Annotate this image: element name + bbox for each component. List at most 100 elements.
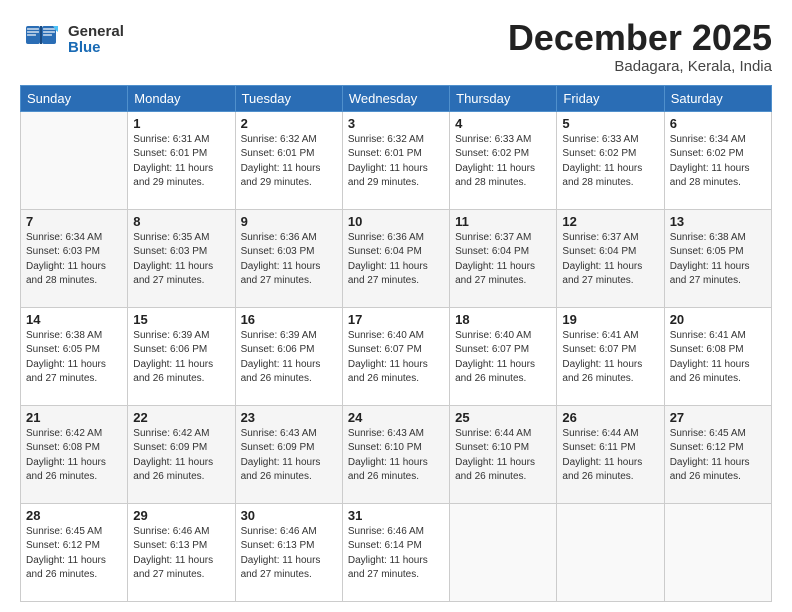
- col-sunday: Sunday: [21, 85, 128, 111]
- location: Badagara, Kerala, India: [508, 58, 772, 75]
- table-row: 9Sunrise: 6:36 AM Sunset: 6:03 PM Daylig…: [235, 209, 342, 307]
- day-number: 23: [241, 410, 337, 425]
- day-info: Sunrise: 6:44 AM Sunset: 6:11 PM Dayligh…: [562, 427, 658, 485]
- logo: General Blue: [20, 18, 124, 62]
- day-number: 5: [562, 116, 658, 131]
- calendar-week-row: 21Sunrise: 6:42 AM Sunset: 6:08 PM Dayli…: [21, 405, 772, 503]
- page: General Blue December 2025 Badagara, Ker…: [0, 0, 792, 612]
- day-info: Sunrise: 6:42 AM Sunset: 6:08 PM Dayligh…: [26, 427, 122, 485]
- day-info: Sunrise: 6:45 AM Sunset: 6:12 PM Dayligh…: [670, 427, 766, 485]
- title-block: December 2025 Badagara, Kerala, India: [508, 18, 772, 75]
- day-info: Sunrise: 6:39 AM Sunset: 6:06 PM Dayligh…: [241, 329, 337, 387]
- calendar-table: Sunday Monday Tuesday Wednesday Thursday…: [20, 85, 772, 602]
- table-row: 15 Sunrise: 6:39 AM Sunset: 6:06 PM Dayli…: [128, 307, 235, 405]
- table-row: 7 Sunrise: 6:34 AM Sunset: 6:03 PM Daylig…: [21, 209, 128, 307]
- table-row: 1 Sunrise: 6:31 AM Sunset: 6:01 PM Daylig…: [128, 111, 235, 209]
- day-number: 15: [133, 312, 229, 327]
- day-info: Sunrise: 6:34 AM Sunset: 6:02 PM Dayligh…: [670, 133, 766, 191]
- table-row: 4 Sunrise: 6:33 AM Sunset: 6:02 PM Daylig…: [450, 111, 557, 209]
- table-row: 6 Sunrise: 6:34 AM Sunset: 6:02 PM Daylig…: [664, 111, 771, 209]
- table-row: 21Sunrise: 6:42 AM Sunset: 6:08 PM Dayli…: [21, 405, 128, 503]
- day-number: 22: [133, 410, 229, 425]
- day-number: 11: [455, 214, 551, 229]
- logo-blue-text: Blue: [68, 40, 124, 57]
- calendar-header-row: Sunday Monday Tuesday Wednesday Thursday…: [21, 85, 772, 111]
- day-info: Sunrise: 6:43 AM Sunset: 6:10 PM Dayligh…: [348, 427, 444, 485]
- day-info: Sunrise: 6:31 AM Sunset: 6:01 PM Dayligh…: [133, 133, 229, 191]
- table-row: 18Sunrise: 6:40 AM Sunset: 6:07 PM Dayli…: [450, 307, 557, 405]
- day-info: Sunrise: 6:34 AM Sunset: 6:03 PM Dayligh…: [26, 231, 122, 289]
- table-row: 23 Sunrise: 6:43 AM Sunset: 6:09 PM Dayli…: [235, 405, 342, 503]
- day-info: Sunrise: 6:32 AM Sunset: 6:01 PM Dayligh…: [348, 133, 444, 191]
- col-monday: Monday: [128, 85, 235, 111]
- table-row: [21, 111, 128, 209]
- day-info: Sunrise: 6:38 AM Sunset: 6:05 PM Dayligh…: [670, 231, 766, 289]
- day-number: 16: [241, 312, 337, 327]
- calendar-week-row: 7 Sunrise: 6:34 AM Sunset: 6:03 PM Daylig…: [21, 209, 772, 307]
- table-row: 19 Sunrise: 6:41 AM Sunset: 6:07 PM Dayli…: [557, 307, 664, 405]
- table-row: 13Sunrise: 6:38 AM Sunset: 6:05 PM Dayli…: [664, 209, 771, 307]
- day-info: Sunrise: 6:38 AM Sunset: 6:05 PM Dayligh…: [26, 329, 122, 387]
- day-info: Sunrise: 6:43 AM Sunset: 6:09 PM Dayligh…: [241, 427, 337, 485]
- table-row: 10 Sunrise: 6:36 AM Sunset: 6:04 PM Dayli…: [342, 209, 449, 307]
- col-tuesday: Tuesday: [235, 85, 342, 111]
- table-row: [557, 503, 664, 601]
- day-info: Sunrise: 6:39 AM Sunset: 6:06 PM Dayligh…: [133, 329, 229, 387]
- day-number: 25: [455, 410, 551, 425]
- day-info: Sunrise: 6:46 AM Sunset: 6:13 PM Dayligh…: [241, 525, 337, 583]
- table-row: 27 Sunrise: 6:45 AM Sunset: 6:12 PM Dayli…: [664, 405, 771, 503]
- day-number: 1: [133, 116, 229, 131]
- day-number: 19: [562, 312, 658, 327]
- logo-text: General Blue: [68, 24, 124, 57]
- header: General Blue December 2025 Badagara, Ker…: [20, 18, 772, 75]
- day-number: 12: [562, 214, 658, 229]
- day-info: Sunrise: 6:40 AM Sunset: 6:07 PM Dayligh…: [348, 329, 444, 387]
- table-row: 29 Sunrise: 6:46 AM Sunset: 6:13 PM Dayli…: [128, 503, 235, 601]
- logo-general-text: General: [68, 24, 124, 41]
- table-row: 14 Sunrise: 6:38 AM Sunset: 6:05 PM Dayli…: [21, 307, 128, 405]
- day-info: Sunrise: 6:33 AM Sunset: 6:02 PM Dayligh…: [562, 133, 658, 191]
- month-title: December 2025: [508, 18, 772, 58]
- table-row: 30Sunrise: 6:46 AM Sunset: 6:13 PM Dayli…: [235, 503, 342, 601]
- calendar-week-row: 1 Sunrise: 6:31 AM Sunset: 6:01 PM Daylig…: [21, 111, 772, 209]
- table-row: [664, 503, 771, 601]
- day-number: 2: [241, 116, 337, 131]
- col-thursday: Thursday: [450, 85, 557, 111]
- day-number: 29: [133, 508, 229, 523]
- day-info: Sunrise: 6:36 AM Sunset: 6:04 PM Dayligh…: [348, 231, 444, 289]
- day-number: 4: [455, 116, 551, 131]
- table-row: 5 Sunrise: 6:33 AM Sunset: 6:02 PM Daylig…: [557, 111, 664, 209]
- table-row: 12 Sunrise: 6:37 AM Sunset: 6:04 PM Dayli…: [557, 209, 664, 307]
- table-row: 31Sunrise: 6:46 AM Sunset: 6:14 PM Dayli…: [342, 503, 449, 601]
- day-number: 8: [133, 214, 229, 229]
- table-row: 22Sunrise: 6:42 AM Sunset: 6:09 PM Dayli…: [128, 405, 235, 503]
- day-number: 10: [348, 214, 444, 229]
- day-number: 31: [348, 508, 444, 523]
- day-info: Sunrise: 6:46 AM Sunset: 6:13 PM Dayligh…: [133, 525, 229, 583]
- table-row: 3Sunrise: 6:32 AM Sunset: 6:01 PM Daylig…: [342, 111, 449, 209]
- day-info: Sunrise: 6:40 AM Sunset: 6:07 PM Dayligh…: [455, 329, 551, 387]
- day-number: 27: [670, 410, 766, 425]
- table-row: 8 Sunrise: 6:35 AM Sunset: 6:03 PM Daylig…: [128, 209, 235, 307]
- day-info: Sunrise: 6:35 AM Sunset: 6:03 PM Dayligh…: [133, 231, 229, 289]
- day-info: Sunrise: 6:45 AM Sunset: 6:12 PM Dayligh…: [26, 525, 122, 583]
- day-number: 6: [670, 116, 766, 131]
- day-info: Sunrise: 6:37 AM Sunset: 6:04 PM Dayligh…: [562, 231, 658, 289]
- table-row: 2 Sunrise: 6:32 AM Sunset: 6:01 PM Daylig…: [235, 111, 342, 209]
- day-number: 7: [26, 214, 122, 229]
- logo-icon: [20, 18, 64, 62]
- day-info: Sunrise: 6:33 AM Sunset: 6:02 PM Dayligh…: [455, 133, 551, 191]
- table-row: 20 Sunrise: 6:41 AM Sunset: 6:08 PM Dayli…: [664, 307, 771, 405]
- day-number: 14: [26, 312, 122, 327]
- table-row: 16 Sunrise: 6:39 AM Sunset: 6:06 PM Dayli…: [235, 307, 342, 405]
- day-number: 20: [670, 312, 766, 327]
- table-row: 25 Sunrise: 6:44 AM Sunset: 6:10 PM Dayli…: [450, 405, 557, 503]
- day-number: 26: [562, 410, 658, 425]
- day-info: Sunrise: 6:32 AM Sunset: 6:01 PM Dayligh…: [241, 133, 337, 191]
- day-info: Sunrise: 6:41 AM Sunset: 6:08 PM Dayligh…: [670, 329, 766, 387]
- col-friday: Friday: [557, 85, 664, 111]
- day-info: Sunrise: 6:41 AM Sunset: 6:07 PM Dayligh…: [562, 329, 658, 387]
- day-info: Sunrise: 6:44 AM Sunset: 6:10 PM Dayligh…: [455, 427, 551, 485]
- day-number: 9: [241, 214, 337, 229]
- table-row: 11Sunrise: 6:37 AM Sunset: 6:04 PM Dayli…: [450, 209, 557, 307]
